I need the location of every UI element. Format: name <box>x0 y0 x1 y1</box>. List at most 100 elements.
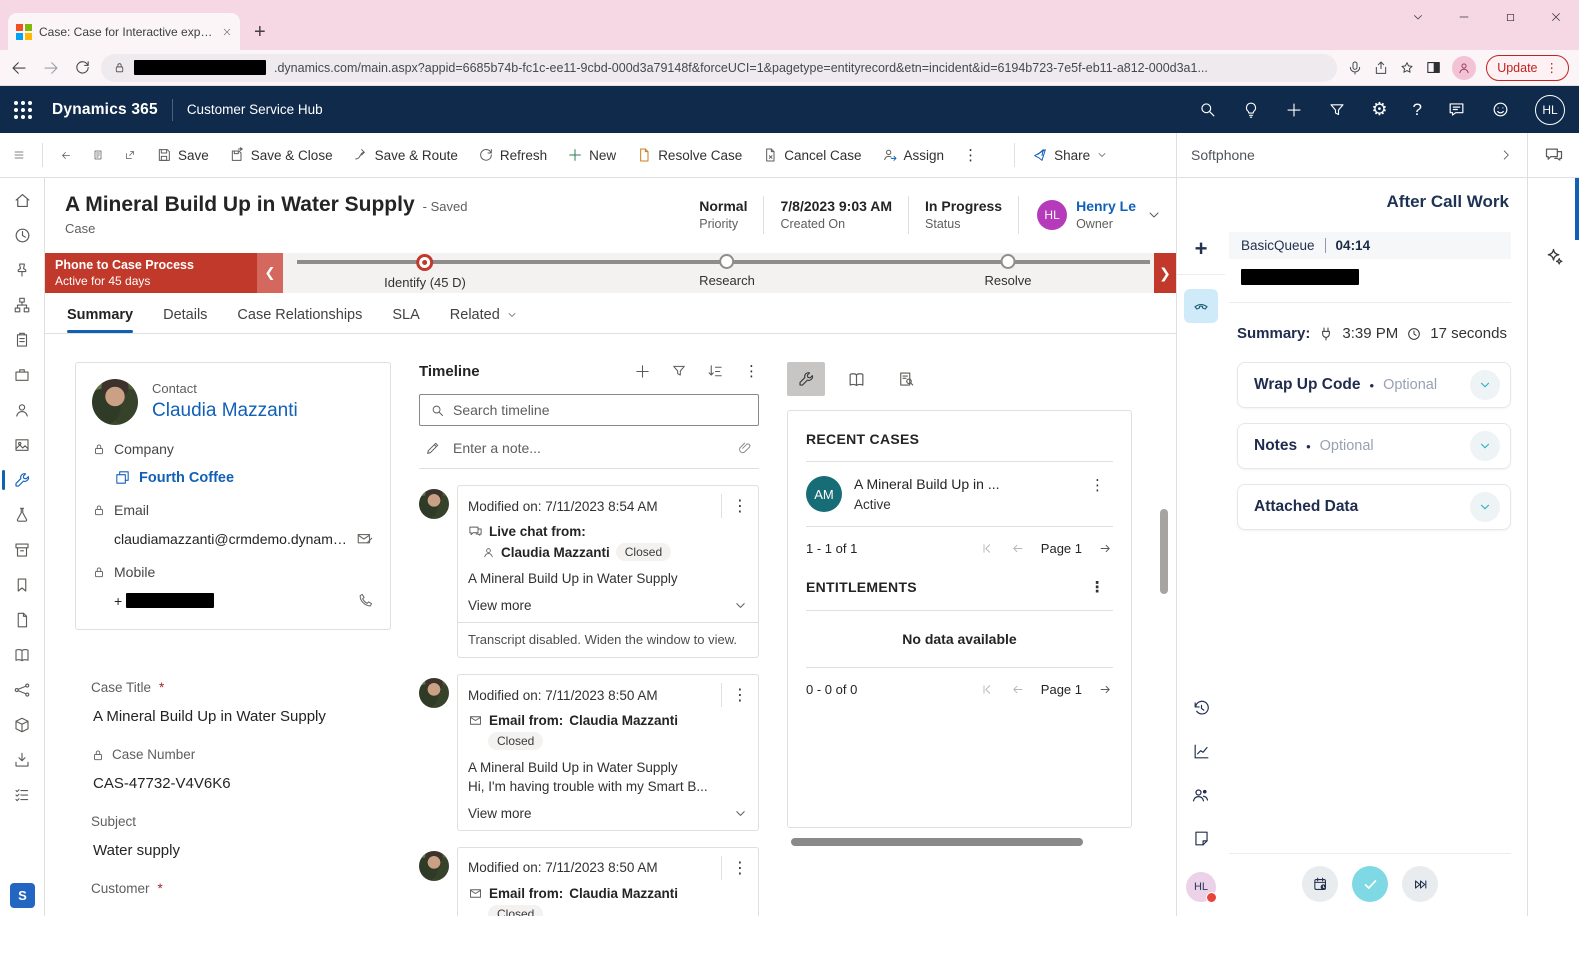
recent-case-row[interactable]: AM A Mineral Build Up in ... Active ⋮ <box>806 476 1113 512</box>
sidebar-item-services[interactable] <box>0 468 45 492</box>
browser-profile-avatar[interactable] <box>1452 56 1476 80</box>
teams-chat-icon[interactable] <box>1527 133 1579 177</box>
tab-details[interactable]: Details <box>163 305 207 333</box>
save-button[interactable]: Save <box>147 141 218 169</box>
tab-close-icon[interactable] <box>222 27 232 37</box>
go-back-icon[interactable] <box>51 141 81 170</box>
timeline-search-input[interactable] <box>453 402 748 418</box>
tab-summary[interactable]: Summary <box>67 305 133 333</box>
view-more-toggle[interactable]: View more <box>458 588 758 622</box>
url-bar[interactable]: .dynamics.com/main.aspx?appid=6685b74b-f… <box>101 54 1337 82</box>
refresh-button[interactable]: Refresh <box>469 141 556 169</box>
browser-update-button[interactable]: Update ⋮ <box>1486 55 1569 81</box>
timeline-person[interactable]: Claudia Mazzanti <box>501 545 610 560</box>
search-icon[interactable] <box>1198 100 1217 119</box>
history-icon[interactable] <box>1192 699 1211 718</box>
send-email-icon[interactable] <box>356 530 374 548</box>
first-page-icon[interactable] <box>979 682 994 697</box>
owner-field[interactable]: HL Henry Le Owner <box>1019 198 1146 231</box>
sidebar-item-pinned[interactable] <box>0 258 45 282</box>
schedule-followup-button[interactable] <box>1302 866 1338 902</box>
sidebar-item-contacts[interactable] <box>0 398 45 422</box>
cancel-case-button[interactable]: Cancel Case <box>753 141 870 169</box>
next-page-icon[interactable] <box>1098 682 1113 697</box>
insights-chart-icon[interactable] <box>1192 742 1211 761</box>
bpf-stage-dot-active[interactable] <box>417 254 434 271</box>
new-button[interactable]: New <box>558 141 625 169</box>
timeline-subject[interactable]: A Mineral Build Up in Water Supply <box>468 570 748 588</box>
tab-sla[interactable]: SLA <box>392 305 419 333</box>
forward-icon[interactable] <box>42 59 60 77</box>
phone-call-icon[interactable] <box>357 592 374 609</box>
resolve-case-button[interactable]: Resolve Case <box>627 141 751 169</box>
tab-case-relationships[interactable]: Case Relationships <box>237 305 362 333</box>
call-session-tab[interactable] <box>1184 289 1218 323</box>
feedback-chat-icon[interactable] <box>1447 100 1466 119</box>
sidebar-item-cases[interactable] <box>0 363 45 387</box>
agent-presence-avatar[interactable]: HL <box>1186 872 1216 902</box>
open-in-new-icon[interactable] <box>115 141 145 169</box>
command-overflow-icon[interactable]: ⋮ <box>955 146 986 164</box>
email-value[interactable]: claudiamazzanti@crmdemo.dynamic... <box>114 531 348 547</box>
sidebar-item-articles[interactable] <box>0 608 45 632</box>
notes-icon[interactable] <box>1192 829 1211 848</box>
bpf-stage-resolve[interactable]: Resolve <box>985 254 1032 288</box>
filter-icon[interactable] <box>1328 101 1346 119</box>
bpf-stage-research[interactable]: Research <box>699 254 755 288</box>
minimize-icon[interactable] <box>1441 0 1487 34</box>
call-queue-tab[interactable]: BasicQueue 04:14 <box>1229 232 1511 259</box>
horizontal-scrollbar[interactable] <box>791 838 1083 846</box>
tab-search-icon[interactable] <box>1395 0 1441 34</box>
recent-case-title[interactable]: A Mineral Build Up in ... <box>854 476 1070 492</box>
new-tab-button[interactable]: + <box>240 21 280 50</box>
browser-menu-icon[interactable]: ⋮ <box>1546 60 1559 75</box>
lightbulb-icon[interactable] <box>1242 101 1260 119</box>
reload-icon[interactable] <box>74 59 91 76</box>
sidebar-item-accounts[interactable] <box>0 433 45 457</box>
expand-chevron-icon[interactable] <box>1470 431 1500 461</box>
mic-icon[interactable] <box>1347 60 1363 76</box>
sidebar-item-queues[interactable] <box>0 538 45 562</box>
app-name[interactable]: Customer Service Hub <box>187 102 323 117</box>
company-link[interactable]: Fourth Coffee <box>139 470 234 486</box>
sidebar-item-recent[interactable] <box>0 223 45 247</box>
bpf-stage-dot[interactable] <box>1001 254 1016 269</box>
section-overflow-icon[interactable]: ⋮ <box>1082 578 1113 596</box>
widget-tab-knowledge-icon[interactable] <box>837 362 875 396</box>
widget-tab-tools-icon[interactable] <box>787 362 825 396</box>
smiley-icon[interactable] <box>1491 100 1510 119</box>
session-tile[interactable]: S <box>10 883 35 908</box>
next-page-icon[interactable] <box>1098 541 1113 556</box>
note-entry-row[interactable]: Enter a note... <box>419 426 759 469</box>
add-session-button[interactable]: + <box>1177 236 1225 275</box>
bpf-next-chevron[interactable]: ❯ <box>1154 253 1176 293</box>
bpf-stage-dot[interactable] <box>719 254 734 269</box>
case-title-value[interactable]: A Mineral Build Up in Water Supply <box>93 708 375 725</box>
expand-chevron-icon[interactable] <box>1470 370 1500 400</box>
sidebar-item-dashboards[interactable] <box>0 293 45 317</box>
expand-chevron-icon[interactable] <box>1470 492 1500 522</box>
sidebar-item-connections[interactable] <box>0 678 45 702</box>
sidebar-item-tasks[interactable] <box>0 783 45 807</box>
wrap-up-code-section[interactable]: Wrap Up Code • Optional <box>1237 362 1511 408</box>
timeline-filter-icon[interactable] <box>671 363 687 379</box>
browser-tab[interactable]: Case: Case for Interactive experie <box>8 13 240 50</box>
timeline-item-overflow-icon[interactable]: ⋮ <box>721 494 758 518</box>
first-page-icon[interactable] <box>979 541 994 556</box>
timeline-search[interactable] <box>419 394 759 426</box>
close-icon[interactable] <box>1533 0 1579 34</box>
help-icon[interactable]: ? <box>1413 100 1422 120</box>
assign-button[interactable]: Assign <box>873 141 954 169</box>
sidebar-item-bookmarks[interactable] <box>0 573 45 597</box>
maximize-icon[interactable] <box>1487 0 1533 34</box>
subject-value[interactable]: Water supply <box>93 842 375 859</box>
bpf-stage-identify[interactable]: Identify (45 D) <box>384 254 466 290</box>
form-list-icon[interactable] <box>83 141 113 169</box>
skip-acw-button[interactable] <box>1402 866 1438 902</box>
timeline-item-overflow-icon[interactable]: ⋮ <box>721 856 758 880</box>
timeline-subject[interactable]: A Mineral Build Up in Water Supply <box>468 759 748 777</box>
prev-page-icon[interactable] <box>1010 682 1025 697</box>
bookmark-star-icon[interactable] <box>1399 60 1415 76</box>
tab-related[interactable]: Related <box>450 305 518 333</box>
timeline-person[interactable]: Claudia Mazzanti <box>569 713 678 728</box>
